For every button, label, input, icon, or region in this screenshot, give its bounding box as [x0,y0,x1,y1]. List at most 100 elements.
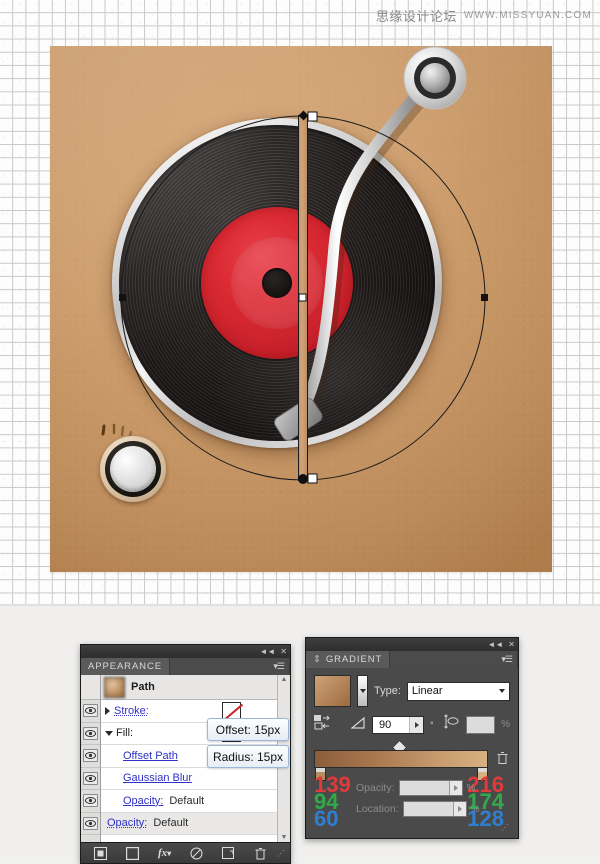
location-label: Location: [356,803,399,815]
opacity-nested-label[interactable]: Opacity: [123,795,163,807]
chevron-down-icon [499,689,505,693]
chevron-down-icon[interactable] [105,730,113,736]
gradient-preview-swatch[interactable] [314,675,351,707]
appearance-row-opacity-root[interactable]: Opacity: Default [101,812,277,835]
double-chevron-left-icon[interactable]: ◄◄ [259,647,275,656]
selected-path-shape[interactable] [298,115,308,481]
visibility-header-spacer [81,675,100,700]
stroke-label[interactable]: Stroke: [114,705,149,717]
reverse-gradient-icon[interactable] [314,714,331,735]
gaussian-blur-label[interactable]: Gaussian Blur [123,772,192,784]
offset-path-label[interactable]: Offset Path [123,750,178,762]
delete-item-icon[interactable] [244,847,276,860]
eye-icon[interactable] [83,771,98,785]
eye-icon[interactable] [83,794,98,808]
appearance-panel-tabbar[interactable]: APPEARANCE ▾☰ [80,658,291,675]
visibility-toggle-opacity-2[interactable] [81,813,100,835]
appearance-row-gaussian-blur[interactable]: Gaussian Blur [101,768,277,790]
gradient-presets-dropdown[interactable] [357,675,368,707]
double-chevron-left-icon[interactable]: ◄◄ [487,640,503,649]
location-unit: % [470,803,480,815]
close-icon[interactable]: ✕ [280,647,287,656]
eye-icon[interactable] [83,704,98,718]
gradient-panel-menu[interactable]: ▾☰ [390,651,518,668]
opacity-unit: % [466,782,476,794]
stroke-swatch-none-icon[interactable] [222,702,241,720]
appearance-panel-menu[interactable]: ▾☰ [169,658,290,675]
gradient-type-row: Type: Linear [314,675,510,707]
aspect-ratio-icon [443,714,460,735]
clear-appearance-icon[interactable] [180,847,212,860]
tab-gradient-label: GRADIENT [325,654,383,665]
location-stepper-icon[interactable] [452,802,466,816]
watermark: 思缘设计论坛 WWW.MISSYUAN.COM [375,7,592,25]
opacity-stepper-icon[interactable] [448,781,462,795]
record-spindle-hole [262,268,292,298]
chevron-down-icon [359,689,366,693]
callout-offset: Offset: 15px [207,718,289,741]
visibility-toggle-fill[interactable] [81,723,100,745]
appearance-panel-footer[interactable]: fx ▾ ⋰ [80,843,291,864]
visibility-toggle-offset-path[interactable] [81,745,100,768]
duplicate-item-icon[interactable] [212,846,244,860]
appearance-panel-titlebar[interactable]: ◄◄ ✕ [80,644,291,658]
location-input[interactable] [402,801,467,817]
close-icon[interactable]: ✕ [508,640,515,649]
watermark-cn-text: 思缘设计论坛 [375,9,457,25]
triangle-down-icon[interactable]: ▼ [281,834,288,841]
gradient-angle-value: 90 [379,718,392,731]
panel-grip-icon: ⇕ [313,654,322,665]
visibility-toggle-opacity-1[interactable] [81,790,100,813]
chevron-right-icon[interactable] [105,706,110,715]
visibility-column [81,675,101,842]
appearance-row-opacity-nested[interactable]: Opacity: Default [101,790,277,813]
eye-icon[interactable] [83,816,98,830]
angle-stepper-icon[interactable] [409,716,423,733]
gradient-panel-titlebar[interactable]: ◄◄ ✕ [305,637,519,651]
gradient-angle-row: 90 ° % [314,714,510,735]
visibility-toggle-gaussian-blur[interactable] [81,768,100,790]
appearance-target-row[interactable]: Path [101,675,277,700]
gradient-ramp[interactable] [314,750,488,768]
add-new-stroke-icon[interactable] [85,846,117,860]
angle-unit: ° [430,719,434,730]
gradient-type-select[interactable]: Linear [406,681,510,701]
opacity-root-value: Default [153,817,189,830]
gradient-aspect-input[interactable] [465,715,496,734]
callout-radius: Radius: 15px [207,745,289,768]
triangle-up-icon[interactable]: ▲ [281,676,288,683]
resize-grip-icon[interactable]: ⋰ [501,823,509,832]
location-row: Location: % [356,801,480,817]
vinyl-record[interactable] [112,118,442,448]
add-new-effect-icon[interactable]: fx ▾ [149,847,181,859]
resize-grip-icon[interactable]: ⋰ [276,849,286,858]
gradient-angle-input[interactable]: 90 [372,715,424,734]
fill-label: Fill: [116,727,134,740]
panel-menu-icon[interactable]: ▾☰ [501,654,513,665]
control-knob[interactable] [100,436,166,502]
gradient-panel-tabbar[interactable]: ⇕ GRADIENT ▾☰ [305,651,519,668]
type-label: Type: [374,685,401,697]
gradient-panel-body: Type: Linear 90 ° % 139 94 60 216 174 12… [305,668,519,839]
left-stop-rgb: 139 94 60 [314,774,351,831]
target-label: Path [131,681,155,693]
opacity-row: Opacity: % [356,780,475,796]
eye-icon[interactable] [83,726,98,740]
trash-icon[interactable] [496,751,509,768]
target-thumbnail [104,676,125,698]
left-stop-blue: 60 [314,806,339,831]
callout-offset-text: Offset: 15px [215,722,281,737]
tab-appearance[interactable]: APPEARANCE [81,658,170,675]
visibility-toggle-stroke[interactable] [81,700,100,723]
tab-gradient[interactable]: ⇕ GRADIENT [306,651,391,668]
eye-icon[interactable] [83,749,98,763]
opacity-nested-value: Default [169,794,205,807]
add-new-fill-icon[interactable] [117,846,149,860]
panel-menu-icon[interactable]: ▾☰ [273,661,285,672]
opacity-root-label[interactable]: Opacity: [107,817,147,829]
gradient-type-value: Linear [411,685,443,697]
watermark-url-text: WWW.MISSYUAN.COM [463,9,592,21]
opacity-input[interactable] [398,780,463,796]
knob-metal-face [110,446,156,492]
gradient-panel[interactable]: ◄◄ ✕ ⇕ GRADIENT ▾☰ Type: Linear 90 ° % 1… [305,637,519,839]
